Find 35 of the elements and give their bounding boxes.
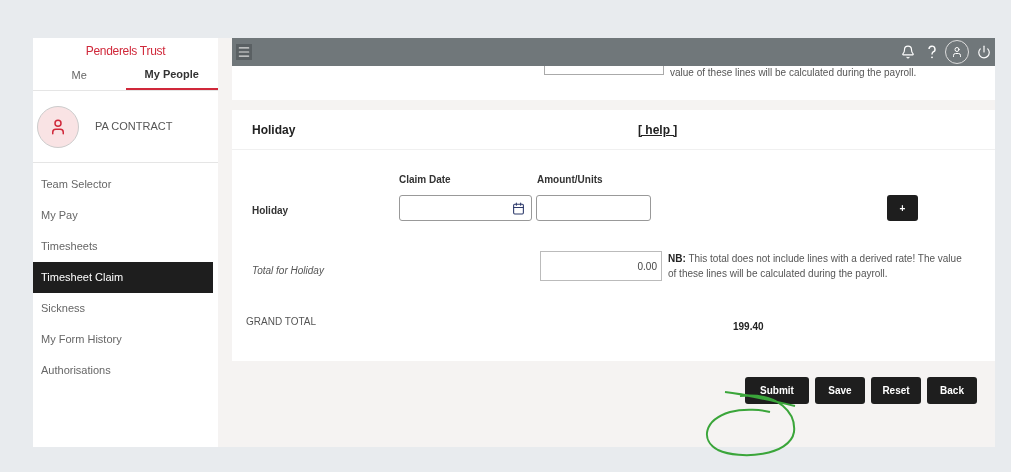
section-title: Holiday [252, 121, 297, 139]
add-button[interactable]: + [887, 195, 918, 221]
column-header: Amount/Units [537, 173, 603, 187]
menu-item[interactable]: My Form History [33, 324, 218, 355]
logo: Penderels Trust [85, 43, 166, 60]
action-button[interactable]: Reset [871, 377, 921, 404]
action-button[interactable]: Save [815, 377, 865, 404]
power-icon[interactable] [977, 45, 991, 59]
total-note: NB: This total does not include lines with a derived rate! The value of these lines will be calculated during the payroll. [668, 252, 963, 281]
menu-item[interactable]: Sickness [33, 293, 218, 324]
column-header: Claim Date [399, 173, 452, 187]
menu-item[interactable]: My Pay [33, 200, 218, 231]
menu-icon[interactable] [236, 44, 252, 60]
total-label: Total for Holiday [252, 264, 326, 278]
menu-item[interactable]: Timesheets [33, 231, 218, 262]
avatar-icon [37, 105, 79, 148]
menu-item[interactable]: Authorisations [33, 355, 218, 386]
amount-field[interactable] [536, 195, 651, 221]
menu-item[interactable]: Team Selector [33, 169, 218, 200]
help-icon[interactable] [927, 45, 937, 59]
action-button[interactable]: Back [927, 377, 977, 404]
tab[interactable]: Me [33, 60, 126, 90]
claim-date-field[interactable] [399, 195, 532, 221]
menu-item[interactable]: Timesheet Claim [33, 262, 213, 293]
action-button[interactable]: Submit [745, 377, 809, 404]
row-label: Holiday [252, 203, 290, 218]
calendar-icon[interactable] [512, 201, 525, 215]
grand-total-label: GRAND TOTAL [246, 314, 317, 329]
payroll-note: value of these lines will be calculated during the payroll. [670, 66, 917, 80]
profile-name: PA CONTRACT [95, 119, 173, 135]
help-link[interactable]: [ help ] [638, 120, 678, 139]
total-field[interactable] [544, 66, 664, 75]
grand-total-value: 199.40 [733, 319, 764, 334]
total-field[interactable]: 0.00 [540, 251, 662, 281]
bell-icon[interactable] [901, 45, 915, 59]
